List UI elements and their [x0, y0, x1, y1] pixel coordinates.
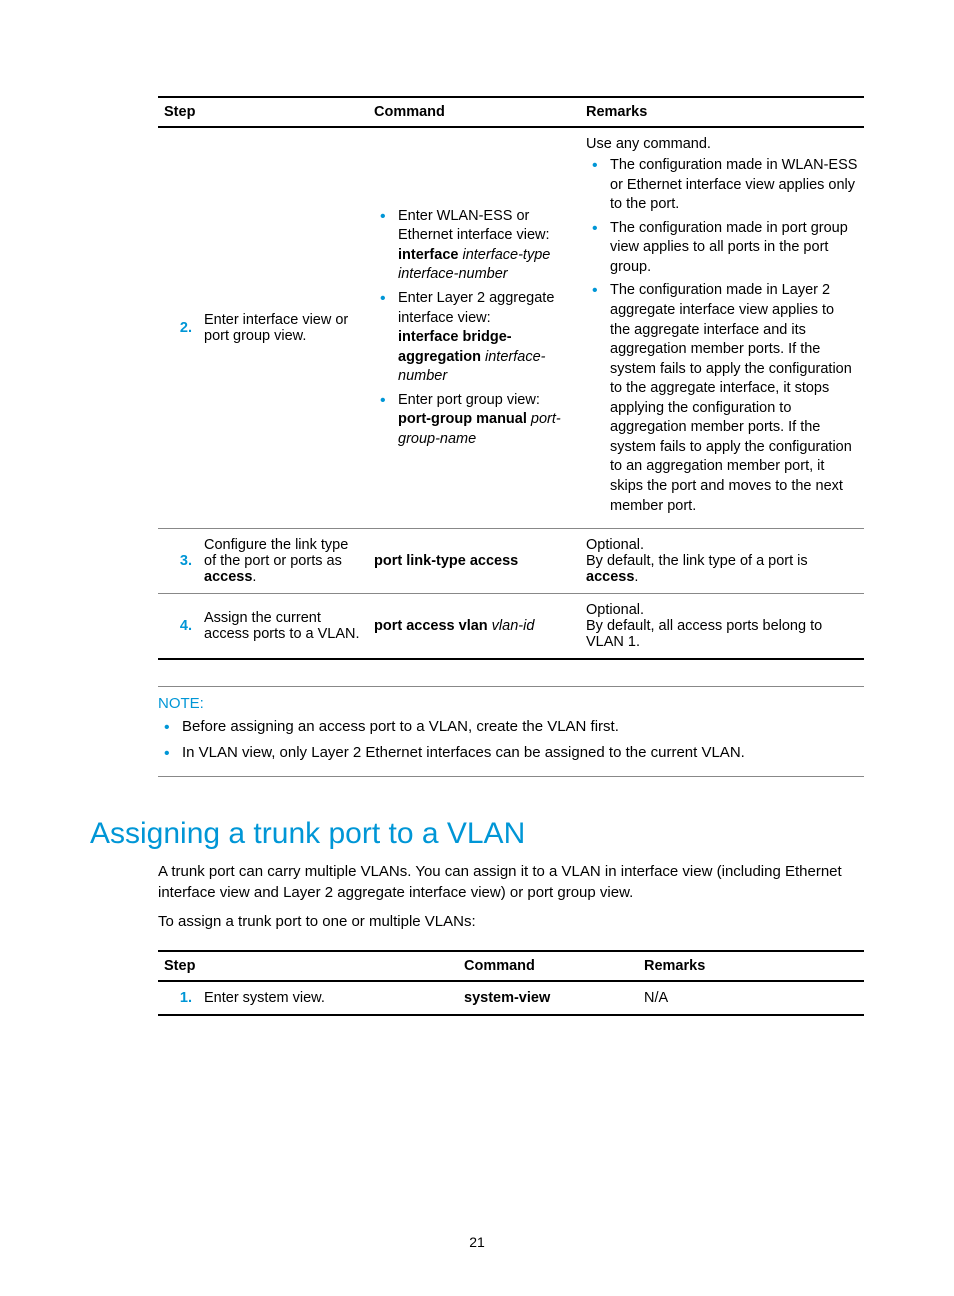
- step-desc: Configure the link type of the port or p…: [198, 529, 368, 594]
- note-item: In VLAN view, only Layer 2 Ethernet inte…: [158, 742, 864, 764]
- body-paragraph: A trunk port can carry multiple VLANs. Y…: [158, 861, 864, 903]
- step-command: port link-type access: [368, 529, 580, 594]
- col-header-remarks: Remarks: [638, 951, 864, 981]
- command-item: Enter WLAN-ESS or Ethernet interface vie…: [374, 207, 574, 285]
- col-header-step: Step: [158, 97, 368, 127]
- step-remarks: Use any command. The configuration made …: [580, 127, 864, 529]
- note-label: NOTE:: [158, 695, 864, 712]
- step-command: Enter WLAN-ESS or Ethernet interface vie…: [368, 127, 580, 529]
- table-row: 3. Configure the link type of the port o…: [158, 529, 864, 594]
- step-command: system-view: [458, 981, 638, 1015]
- remark-item: The configuration made in WLAN-ESS or Et…: [586, 156, 858, 215]
- page-number: 21: [0, 1234, 954, 1250]
- step-remarks: Optional. By default, the link type of a…: [580, 529, 864, 594]
- table-row: 1. Enter system view. system-view N/A: [158, 981, 864, 1015]
- col-header-remarks: Remarks: [580, 97, 864, 127]
- procedure-table-2: Step Command Remarks 1. Enter system vie…: [158, 950, 864, 1016]
- remark-item: The configuration made in port group vie…: [586, 219, 858, 278]
- section-heading: Assigning a trunk port to a VLAN: [90, 817, 864, 851]
- step-command: port access vlan vlan-id: [368, 594, 580, 660]
- command-item: Enter port group view: port-group manual…: [374, 391, 574, 450]
- step-number: 3.: [158, 529, 198, 594]
- step-remarks: N/A: [638, 981, 864, 1015]
- col-header-command: Command: [458, 951, 638, 981]
- step-number: 4.: [158, 594, 198, 660]
- note-box: NOTE: Before assigning an access port to…: [158, 686, 864, 777]
- step-desc: Enter system view.: [198, 981, 458, 1015]
- command-item: Enter Layer 2 aggregate interface view: …: [374, 289, 574, 387]
- col-header-step: Step: [158, 951, 458, 981]
- step-number: 2.: [158, 127, 198, 529]
- table-row: 4. Assign the current access ports to a …: [158, 594, 864, 660]
- col-header-command: Command: [368, 97, 580, 127]
- procedure-table-1: Step Command Remarks 2. Enter interface …: [158, 96, 864, 660]
- step-desc: Assign the current access ports to a VLA…: [198, 594, 368, 660]
- step-remarks: Optional. By default, all access ports b…: [580, 594, 864, 660]
- step-desc: Enter interface view or port group view.: [198, 127, 368, 529]
- remark-item: The configuration made in Layer 2 aggreg…: [586, 281, 858, 516]
- note-item: Before assigning an access port to a VLA…: [158, 716, 864, 738]
- step-number: 1.: [158, 981, 198, 1015]
- body-paragraph: To assign a trunk port to one or multipl…: [158, 911, 864, 932]
- table-row: 2. Enter interface view or port group vi…: [158, 127, 864, 529]
